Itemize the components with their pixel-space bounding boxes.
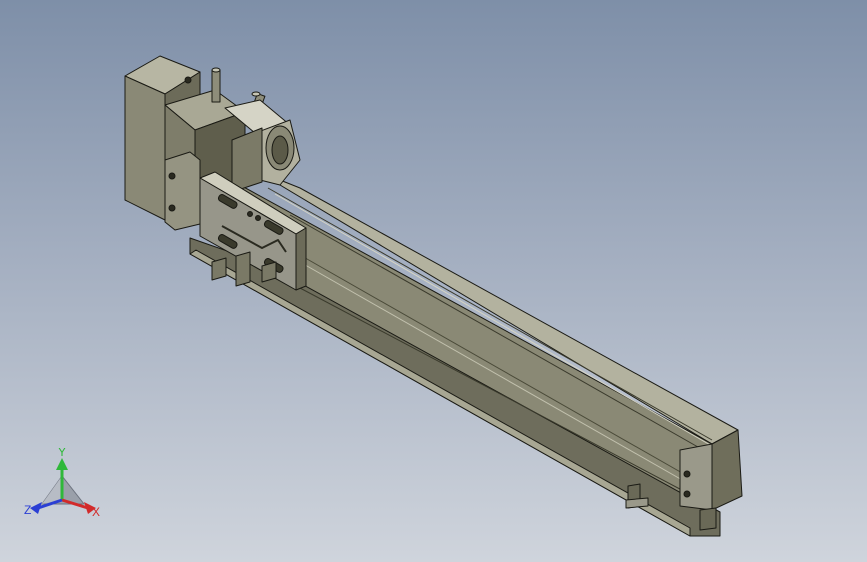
y-axis-arrow-icon	[56, 458, 68, 470]
axis-triad: Y X Z	[24, 448, 100, 519]
sensor-head[interactable]	[224, 99, 301, 193]
side-bracket[interactable]	[164, 151, 201, 231]
graphics-viewport[interactable]: Y X Z	[0, 0, 867, 562]
x-axis-label: X	[92, 505, 100, 519]
z-axis-label: Z	[24, 503, 31, 517]
linear-actuator-model[interactable]	[0, 0, 867, 562]
actuator-profile[interactable]	[239, 169, 743, 531]
y-axis-label: Y	[58, 448, 66, 459]
